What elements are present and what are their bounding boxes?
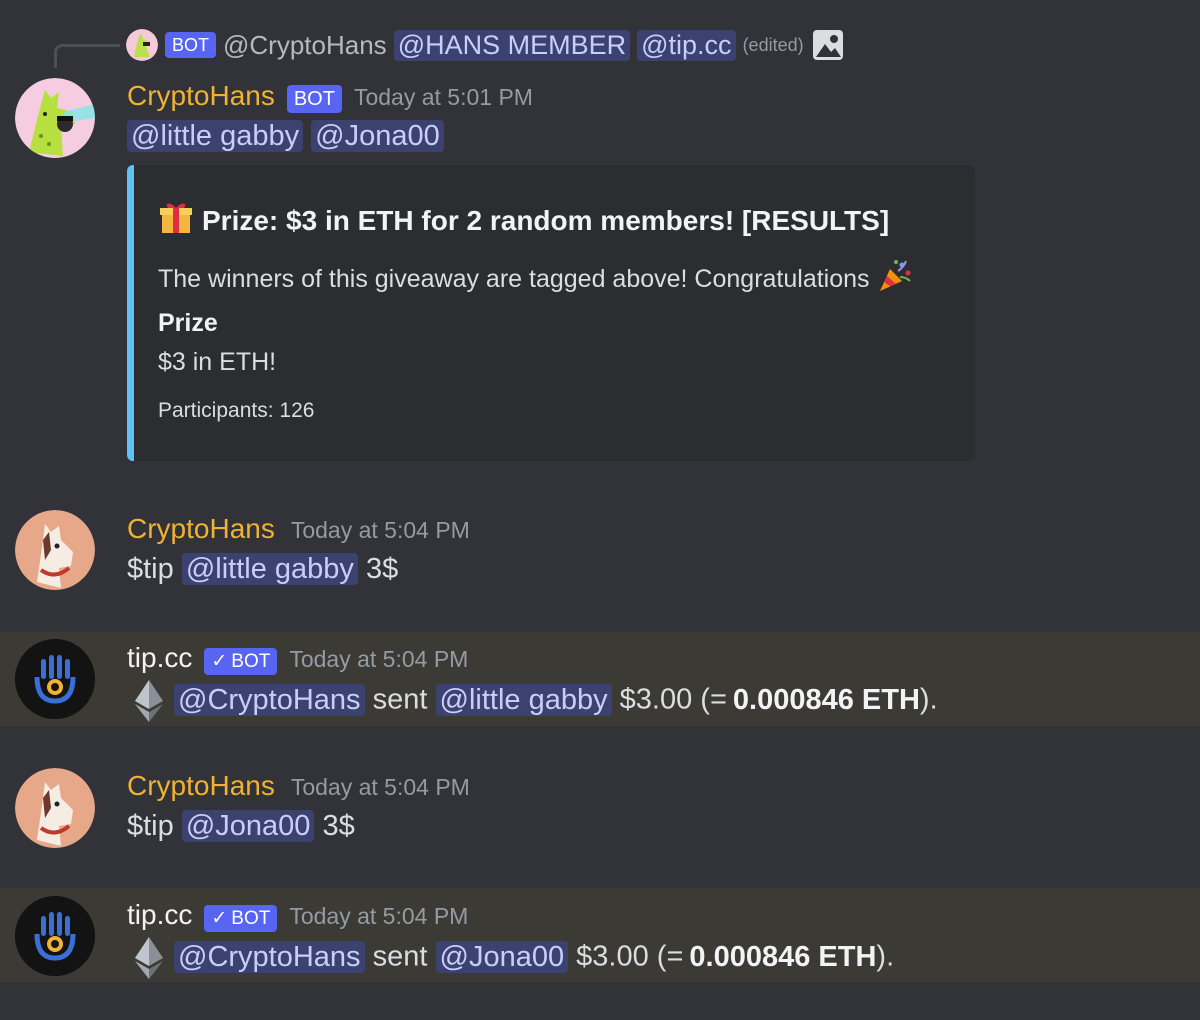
command-text: $tip	[127, 810, 174, 842]
message-header: CryptoHans Today at 5:04 PM	[127, 770, 470, 802]
reply-bot-badge: BOT	[165, 32, 217, 58]
bot-badge-label: BOT	[231, 651, 271, 672]
timestamp[interactable]: Today at 5:04 PM	[291, 774, 470, 801]
reply-connector	[54, 44, 120, 68]
mention-jona00[interactable]: @Jona00	[435, 940, 569, 973]
sent-text: sent	[372, 683, 428, 716]
mention-little-gabby[interactable]: @little gabby	[127, 120, 304, 152]
ethereum-icon	[134, 937, 164, 979]
timestamp[interactable]: Today at 5:04 PM	[289, 646, 468, 673]
avatar-tipcc[interactable]	[15, 896, 95, 976]
reply-mention-tipcc[interactable]: @tip.cc	[637, 29, 736, 61]
embed-field-value: $3 in ETH!	[158, 348, 277, 376]
message-content: @CryptoHans sent @Jona00 $3.00 (= 0.00084…	[134, 937, 894, 979]
bot-badge: BOT	[286, 85, 342, 113]
bot-badge-label: BOT	[231, 908, 271, 929]
usd-amount: $3.00 (=	[619, 683, 727, 716]
embed-field-name: Prize	[158, 309, 218, 337]
tip-amount: 3$	[365, 553, 399, 585]
image-icon[interactable]	[811, 28, 845, 62]
verified-bot-badge: ✓ BOT	[204, 648, 278, 675]
reply-mention-role[interactable]: @HANS MEMBER	[393, 29, 631, 61]
tip-amount: 3$	[322, 810, 355, 842]
sent-text: sent	[372, 940, 428, 973]
embed-footer: Participants: 126	[158, 399, 315, 422]
avatar-cryptohans-bot[interactable]	[15, 78, 95, 158]
avatar-cryptohans[interactable]	[15, 768, 95, 848]
closing-punctuation: ).	[919, 683, 938, 716]
message-header: CryptoHans Today at 5:04 PM	[127, 513, 470, 545]
message-content: $tip @little gabby 3$	[127, 553, 398, 586]
edited-label: (edited)	[742, 34, 804, 55]
checkmark-icon: ✓	[211, 908, 228, 929]
mention-cryptohans[interactable]: @CryptoHans	[174, 940, 365, 973]
mention-jona00[interactable]: @Jona00	[181, 810, 315, 842]
username[interactable]: CryptoHans	[127, 513, 275, 545]
mention-jona00[interactable]: @Jona00	[311, 120, 444, 152]
eth-amount: 0.000846 ETH	[689, 940, 877, 973]
ethereum-icon	[134, 680, 164, 722]
closing-punctuation: ).	[876, 940, 895, 973]
checkmark-icon: ✓	[211, 651, 228, 672]
embed-title-text: Prize: $3 in ETH for 2 random members! […	[202, 204, 890, 236]
giveaway-embed: Prize: $3 in ETH for 2 random members! […	[127, 165, 975, 461]
message-header: tip.cc ✓ BOT Today at 5:04 PM	[127, 642, 468, 675]
party-popper-icon	[876, 257, 914, 302]
reply-author[interactable]: @CryptoHans	[223, 30, 387, 61]
reply-reference[interactable]: BOT @CryptoHans @HANS MEMBER @tip.cc (ed…	[126, 28, 845, 62]
command-text: $tip	[127, 553, 174, 585]
avatar-cryptohans[interactable]	[15, 510, 95, 590]
message-content: @little gabby @Jona00	[127, 120, 444, 153]
timestamp[interactable]: Today at 5:04 PM	[291, 517, 470, 544]
message-header: CryptoHans BOT Today at 5:01 PM	[127, 80, 533, 113]
mention-cryptohans[interactable]: @CryptoHans	[174, 683, 365, 716]
username[interactable]: CryptoHans	[127, 80, 275, 112]
reply-avatar	[126, 29, 158, 61]
avatar-tipcc[interactable]	[15, 639, 95, 719]
gift-icon	[158, 199, 194, 242]
embed-description-text: The winners of this giveaway are tagged …	[158, 265, 870, 293]
username[interactable]: tip.cc	[127, 642, 192, 674]
embed-description: The winners of this giveaway are tagged …	[158, 257, 914, 302]
timestamp[interactable]: Today at 5:01 PM	[354, 84, 533, 111]
username[interactable]: tip.cc	[127, 899, 192, 931]
message-content: $tip @Jona00 3$	[127, 810, 355, 843]
chat-messages: BOT @CryptoHans @HANS MEMBER @tip.cc (ed…	[0, 0, 1200, 1020]
mention-little-gabby[interactable]: @little gabby	[435, 683, 612, 716]
username[interactable]: CryptoHans	[127, 770, 275, 802]
message-content: @CryptoHans sent @little gabby $3.00 (= 0…	[134, 680, 938, 722]
message-header: tip.cc ✓ BOT Today at 5:04 PM	[127, 899, 468, 932]
usd-amount: $3.00 (=	[576, 940, 684, 973]
verified-bot-badge: ✓ BOT	[204, 905, 278, 932]
eth-amount: 0.000846 ETH	[732, 683, 920, 716]
embed-title: Prize: $3 in ETH for 2 random members! […	[158, 199, 889, 242]
mention-little-gabby[interactable]: @little gabby	[181, 553, 358, 585]
timestamp[interactable]: Today at 5:04 PM	[289, 903, 468, 930]
